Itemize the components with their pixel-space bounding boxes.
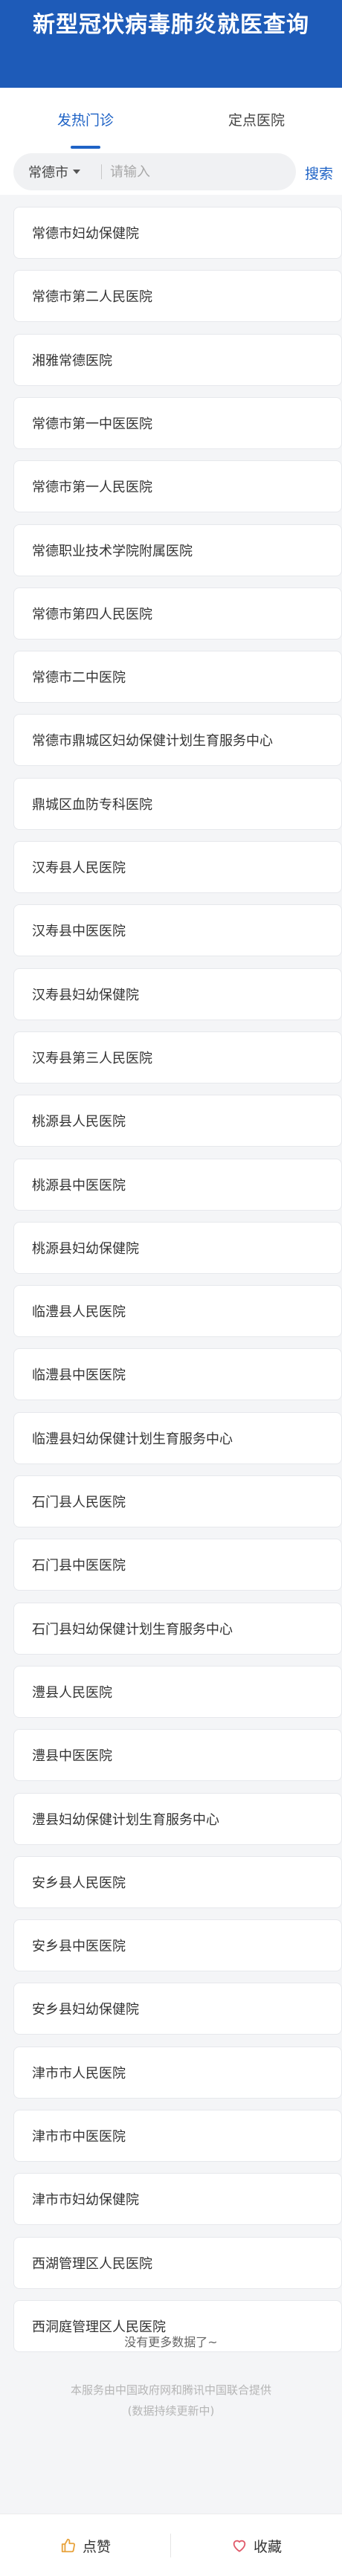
hospital-name: 澧县妇幼保健计划生育服务中心 xyxy=(32,1812,219,1828)
hospital-list-item[interactable]: 常德市第一中医医院 xyxy=(13,397,342,449)
search-input[interactable] xyxy=(110,157,288,187)
hospital-name: 临澧县妇幼保健计划生育服务中心 xyxy=(32,1432,233,1447)
hospital-list-item[interactable]: 临澧县妇幼保健计划生育服务中心 xyxy=(13,1412,342,1464)
hospital-list-item[interactable]: 安乡县妇幼保健院 xyxy=(13,1983,342,2035)
hospital-name: 桃源县妇幼保健院 xyxy=(32,1241,139,1257)
hospital-list-item[interactable]: 常德市二中医院 xyxy=(13,651,342,703)
hospital-list-item[interactable]: 汉寿县人民医院 xyxy=(13,841,342,893)
hospital-name: 津市市中医医院 xyxy=(32,2129,126,2145)
hospital-list-item[interactable]: 汉寿县第三人民医院 xyxy=(13,1031,342,1083)
tab-bar: 发热门诊 定点医院 xyxy=(0,88,342,150)
hospital-list-item[interactable]: 澧县妇幼保健计划生育服务中心 xyxy=(13,1793,342,1845)
city-dropdown-label: 常德市 xyxy=(28,165,68,181)
hospital-name: 西湖管理区人民医院 xyxy=(32,2256,152,2272)
hospital-name: 汉寿县中医医院 xyxy=(32,924,126,939)
hospital-list-item[interactable]: 安乡县人民医院 xyxy=(13,1856,342,1908)
hospital-list-item[interactable]: 常德市第一人民医院 xyxy=(13,460,342,512)
hospital-name: 常德市第二人民医院 xyxy=(32,289,152,305)
hospital-list-item[interactable]: 安乡县中医医院 xyxy=(13,1919,342,1971)
header: 新型冠状病毒肺炎就医查询 xyxy=(0,0,342,88)
hospital-list-item[interactable]: 石门县妇幼保健计划生育服务中心 xyxy=(13,1603,342,1655)
caret-down-icon xyxy=(73,170,80,174)
hospital-name: 石门县中医医院 xyxy=(32,1558,126,1574)
hospital-list-item[interactable]: 鼎城区血防专科医院 xyxy=(13,778,342,830)
hospital-list-item[interactable]: 常德市鼎城区妇幼保健计划生育服务中心 xyxy=(13,714,342,766)
hospital-name: 津市市妇幼保健院 xyxy=(32,2192,139,2208)
hospital-list-item[interactable]: 澧县中医医院 xyxy=(13,1729,342,1781)
hospital-name: 湘雅常德医院 xyxy=(32,353,112,369)
heart-icon xyxy=(233,2540,246,2552)
hospital-list-item[interactable]: 湘雅常德医院 xyxy=(13,334,342,386)
hospital-name: 安乡县中医医院 xyxy=(32,1939,126,1954)
hospital-list-item[interactable]: 常德市妇幼保健院 xyxy=(13,207,342,259)
footnote-line-2: (数据持续更新中) xyxy=(127,2404,215,2418)
search-button[interactable]: 搜索 xyxy=(305,150,342,195)
hospital-name: 常德市第一中医医院 xyxy=(32,416,152,432)
hospital-name: 汉寿县人民医院 xyxy=(32,860,126,876)
footnote-line-1: 本服务由中国政府网和腾讯中国联合提供 xyxy=(70,2383,271,2397)
hospital-name: 临澧县人民医院 xyxy=(32,1304,126,1320)
hospital-name: 汉寿县妇幼保健院 xyxy=(32,988,139,1003)
hospital-name: 津市市人民医院 xyxy=(32,2066,126,2081)
hospital-name: 安乡县人民医院 xyxy=(32,1875,126,1891)
list-end-text: 没有更多数据了~ xyxy=(124,2335,218,2349)
hospital-list-item[interactable]: 临澧县人民医院 xyxy=(13,1285,342,1337)
hospital-list-item[interactable]: 常德职业技术学院附属医院 xyxy=(13,524,342,576)
hospital-list-item[interactable]: 汉寿县中医医院 xyxy=(13,904,342,956)
hospital-name: 汉寿县第三人民医院 xyxy=(32,1051,152,1066)
hospital-name: 石门县妇幼保健计划生育服务中心 xyxy=(32,1622,233,1638)
hospital-list-item[interactable]: 石门县人民医院 xyxy=(13,1475,342,1527)
bottom-bar: 点赞 收藏 xyxy=(0,2514,342,2576)
hospital-list-item[interactable]: 津市市中医医院 xyxy=(13,2110,342,2162)
hospital-name: 常德职业技术学院附属医院 xyxy=(32,544,193,559)
hospital-list-item[interactable]: 常德市第四人民医院 xyxy=(13,587,342,640)
hospital-name: 桃源县中医医院 xyxy=(32,1178,126,1194)
like-button[interactable]: 点赞 xyxy=(0,2514,171,2576)
favorite-button[interactable]: 收藏 xyxy=(171,2514,342,2576)
search-divider xyxy=(101,164,102,179)
footnote: 本服务由中国政府网和腾讯中国联合提供 (数据持续更新中) xyxy=(0,2380,342,2421)
thumbs-up-icon xyxy=(61,2538,75,2553)
hospital-name: 石门县人民医院 xyxy=(32,1495,126,1510)
hospital-name: 常德市二中医院 xyxy=(32,670,126,686)
like-label: 点赞 xyxy=(82,2538,111,2555)
hospital-name: 澧县人民医院 xyxy=(32,1685,112,1701)
hospital-list-item[interactable]: 津市市人民医院 xyxy=(13,2047,342,2099)
hospital-list-item[interactable]: 桃源县妇幼保健院 xyxy=(13,1222,342,1274)
hospital-list-item[interactable]: 常德市第二人民医院 xyxy=(13,270,342,322)
hospital-name: 常德市第一人民医院 xyxy=(32,480,152,495)
hospital-list-item[interactable]: 桃源县人民医院 xyxy=(13,1095,342,1147)
hospital-name: 常德市第四人民医院 xyxy=(32,607,152,622)
search-box: 常德市 xyxy=(13,153,296,190)
hospital-list-item[interactable]: 桃源县中医医院 xyxy=(13,1159,342,1211)
city-dropdown[interactable]: 常德市 xyxy=(28,153,80,190)
hospital-list-item[interactable]: 澧县人民医院 xyxy=(13,1666,342,1718)
hospital-list-item[interactable]: 临澧县中医医院 xyxy=(13,1348,342,1400)
hospital-name: 桃源县人民医院 xyxy=(32,1114,126,1130)
hospital-list-item[interactable]: 西湖管理区人民医院 xyxy=(13,2237,342,2289)
tab-designated-hospital[interactable]: 定点医院 xyxy=(171,88,342,150)
hospital-name: 常德市妇幼保健院 xyxy=(32,226,139,242)
search-bar: 常德市 搜索 xyxy=(0,150,342,195)
hospital-name: 澧县中医医院 xyxy=(32,1748,112,1764)
hospital-list-item[interactable]: 汉寿县妇幼保健院 xyxy=(13,968,342,1020)
hospital-name: 鼎城区血防专科医院 xyxy=(32,797,152,813)
hospital-name: 临澧县中医医院 xyxy=(32,1368,126,1383)
hospital-name: 常德市鼎城区妇幼保健计划生育服务中心 xyxy=(32,733,273,749)
tab-fever-clinic[interactable]: 发热门诊 xyxy=(0,88,171,150)
favorite-label: 收藏 xyxy=(253,2538,282,2555)
page-title: 新型冠状病毒肺炎就医查询 xyxy=(33,12,309,38)
hospital-list-item[interactable]: 津市市妇幼保健院 xyxy=(13,2173,342,2225)
hospital-name: 安乡县妇幼保健院 xyxy=(32,2002,139,2018)
hospital-list-item[interactable]: 石门县中医医院 xyxy=(13,1539,342,1591)
active-tab-indicator xyxy=(71,146,100,149)
